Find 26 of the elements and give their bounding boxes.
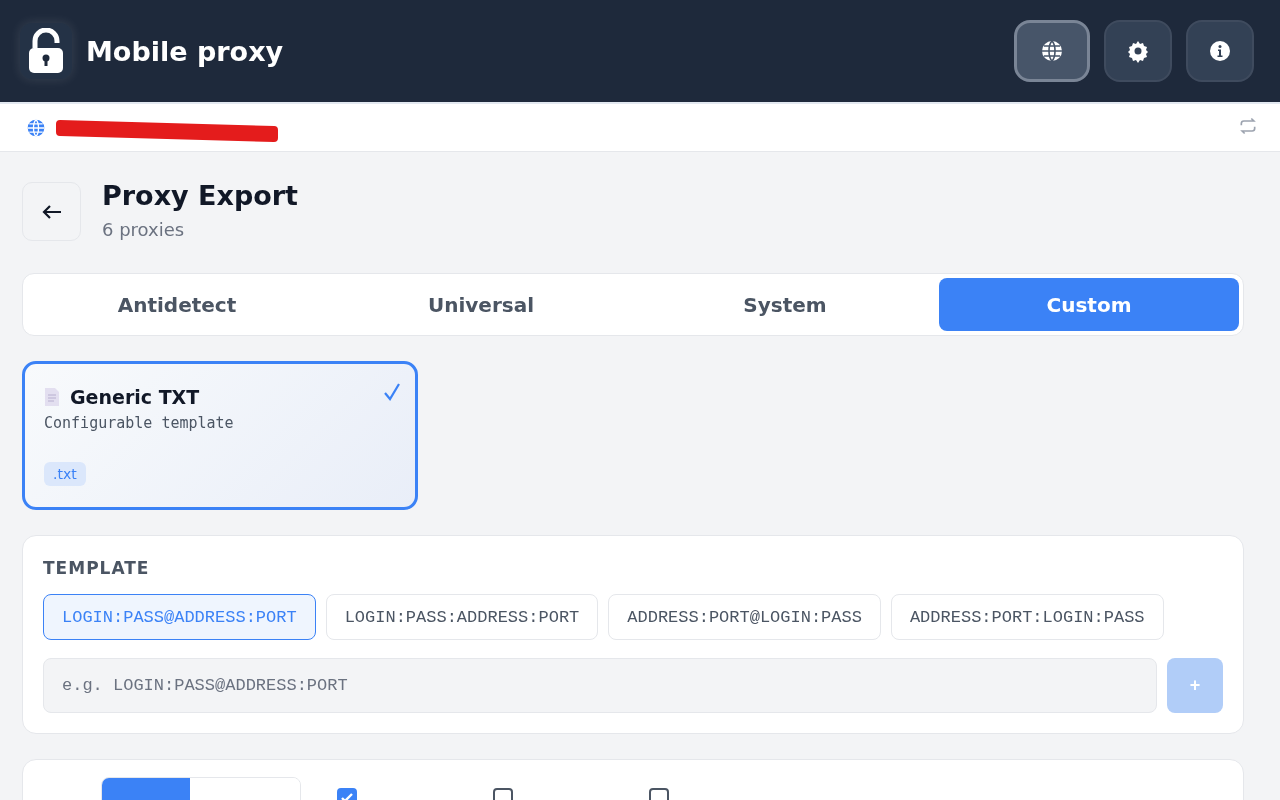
template-preset[interactable]: LOGIN:PASS:ADDRESS:PORT [325,594,599,640]
page-title: Proxy Export [102,180,299,211]
app-title: Mobile proxy [86,35,284,67]
section-heading: TEMPLATE [43,558,151,578]
globe-icon [1040,39,1064,63]
lock-logo [20,23,72,79]
tab[interactable]: System [635,278,935,331]
checkmark-icon [383,382,401,402]
format-description: Configurable template [44,414,235,432]
tab[interactable]: Antidetect [27,278,327,331]
template-preset[interactable]: ADDRESS:PORT@LOGIN:PASS [608,594,881,640]
gear-button[interactable] [1104,20,1172,82]
extension-tag: .txt [44,462,86,486]
format-card[interactable]: Generic TXT Configurable template .txt [22,361,418,510]
template-preset[interactable]: ADDRESS:PORT:LOGIN:PASS [890,594,1164,640]
tab[interactable]: Custom [939,278,1239,331]
proxy-count: 6 proxies [102,219,186,240]
settings-icon [1126,39,1150,63]
info-icon [1208,39,1232,63]
document-icon [44,387,60,407]
tab[interactable]: Universal [331,278,631,331]
template-input[interactable]: e.g. LOGIN:PASS@ADDRESS:PORT [43,658,1157,713]
format-title: Generic TXT [70,386,200,408]
globe-icon [26,117,46,138]
info-button[interactable] [1186,20,1254,82]
globe-button[interactable] [1014,20,1090,82]
